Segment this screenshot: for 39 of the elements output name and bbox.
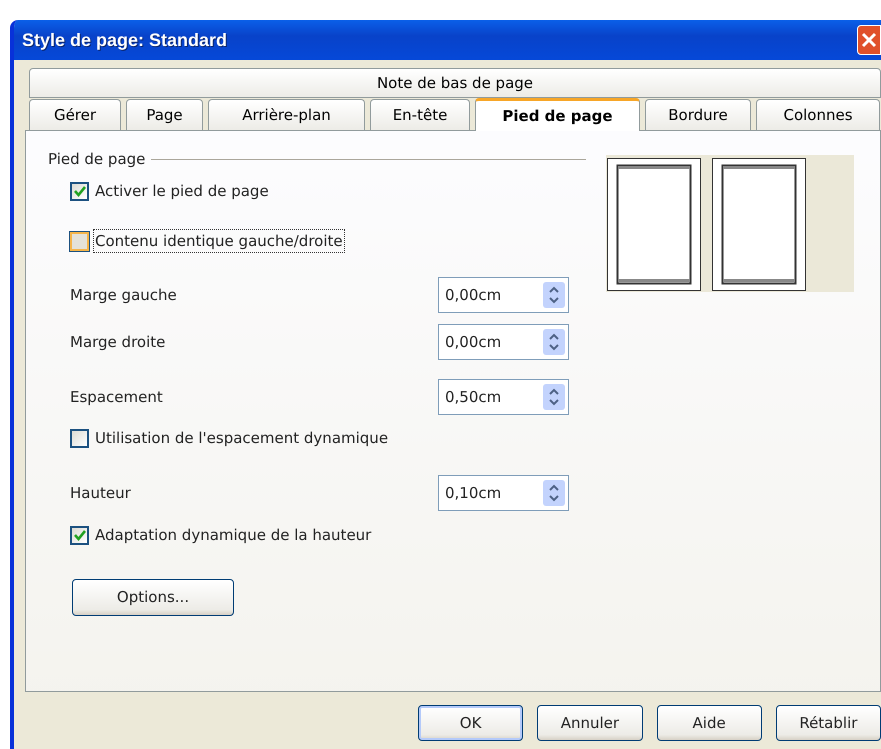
dialog-button[interactable]: OK	[418, 705, 524, 741]
tab[interactable]: Colonnes	[756, 99, 880, 130]
field-label: Hauteur	[70, 482, 132, 504]
tab[interactable]: Pied de page	[475, 98, 640, 131]
checkbox-label[interactable]: Activer le pied de page	[94, 180, 270, 202]
field-label: Marge gauche	[70, 284, 178, 306]
spin-field[interactable]: 0,00cm	[438, 277, 569, 313]
dialog-button[interactable]: Annuler	[537, 705, 642, 741]
tab[interactable]: Page	[126, 99, 203, 130]
checkbox[interactable]	[70, 182, 89, 200]
checkbox-label[interactable]: Adaptation dynamique de la hauteur	[94, 524, 372, 546]
checkbox-label[interactable]: Utilisation de l'espacement dynamique	[94, 426, 390, 450]
checkmark-icon	[74, 530, 86, 540]
tab[interactable]: En-tête	[370, 99, 470, 130]
field-label: Marge droite	[70, 332, 166, 353]
checkbox[interactable]	[70, 428, 89, 448]
spin-arrows-icon[interactable]	[543, 282, 565, 308]
close-button[interactable]	[857, 25, 881, 55]
group-label: Pied de page	[48, 148, 146, 170]
close-icon	[861, 32, 877, 48]
spin-arrows-icon[interactable]	[543, 384, 565, 410]
window-title: Style de page: Standard	[22, 28, 228, 52]
checkbox-label[interactable]: Contenu identique gauche/droite	[94, 230, 344, 252]
tab[interactable]: Arrière-plan	[208, 99, 365, 130]
checkmark-icon	[74, 186, 86, 196]
tab[interactable]: Gérer	[29, 99, 121, 130]
spin-field[interactable]: 0,00cm	[438, 324, 569, 360]
dialog-button[interactable]: Rétablir	[776, 705, 881, 741]
options-button[interactable]: Options...	[72, 578, 234, 616]
spin-arrows-icon[interactable]	[543, 480, 565, 506]
tab[interactable]: Note de bas de page	[29, 68, 881, 98]
field-label: Espacement	[70, 386, 164, 408]
tab[interactable]: Bordure	[645, 99, 751, 130]
spin-field[interactable]: 0,10cm	[438, 475, 569, 511]
dialog-button[interactable]: Aide	[656, 705, 762, 741]
spin-arrows-icon[interactable]	[543, 329, 565, 355]
checkbox[interactable]	[70, 526, 89, 544]
checkbox[interactable]	[70, 232, 89, 250]
spin-field[interactable]: 0,50cm	[438, 379, 569, 415]
